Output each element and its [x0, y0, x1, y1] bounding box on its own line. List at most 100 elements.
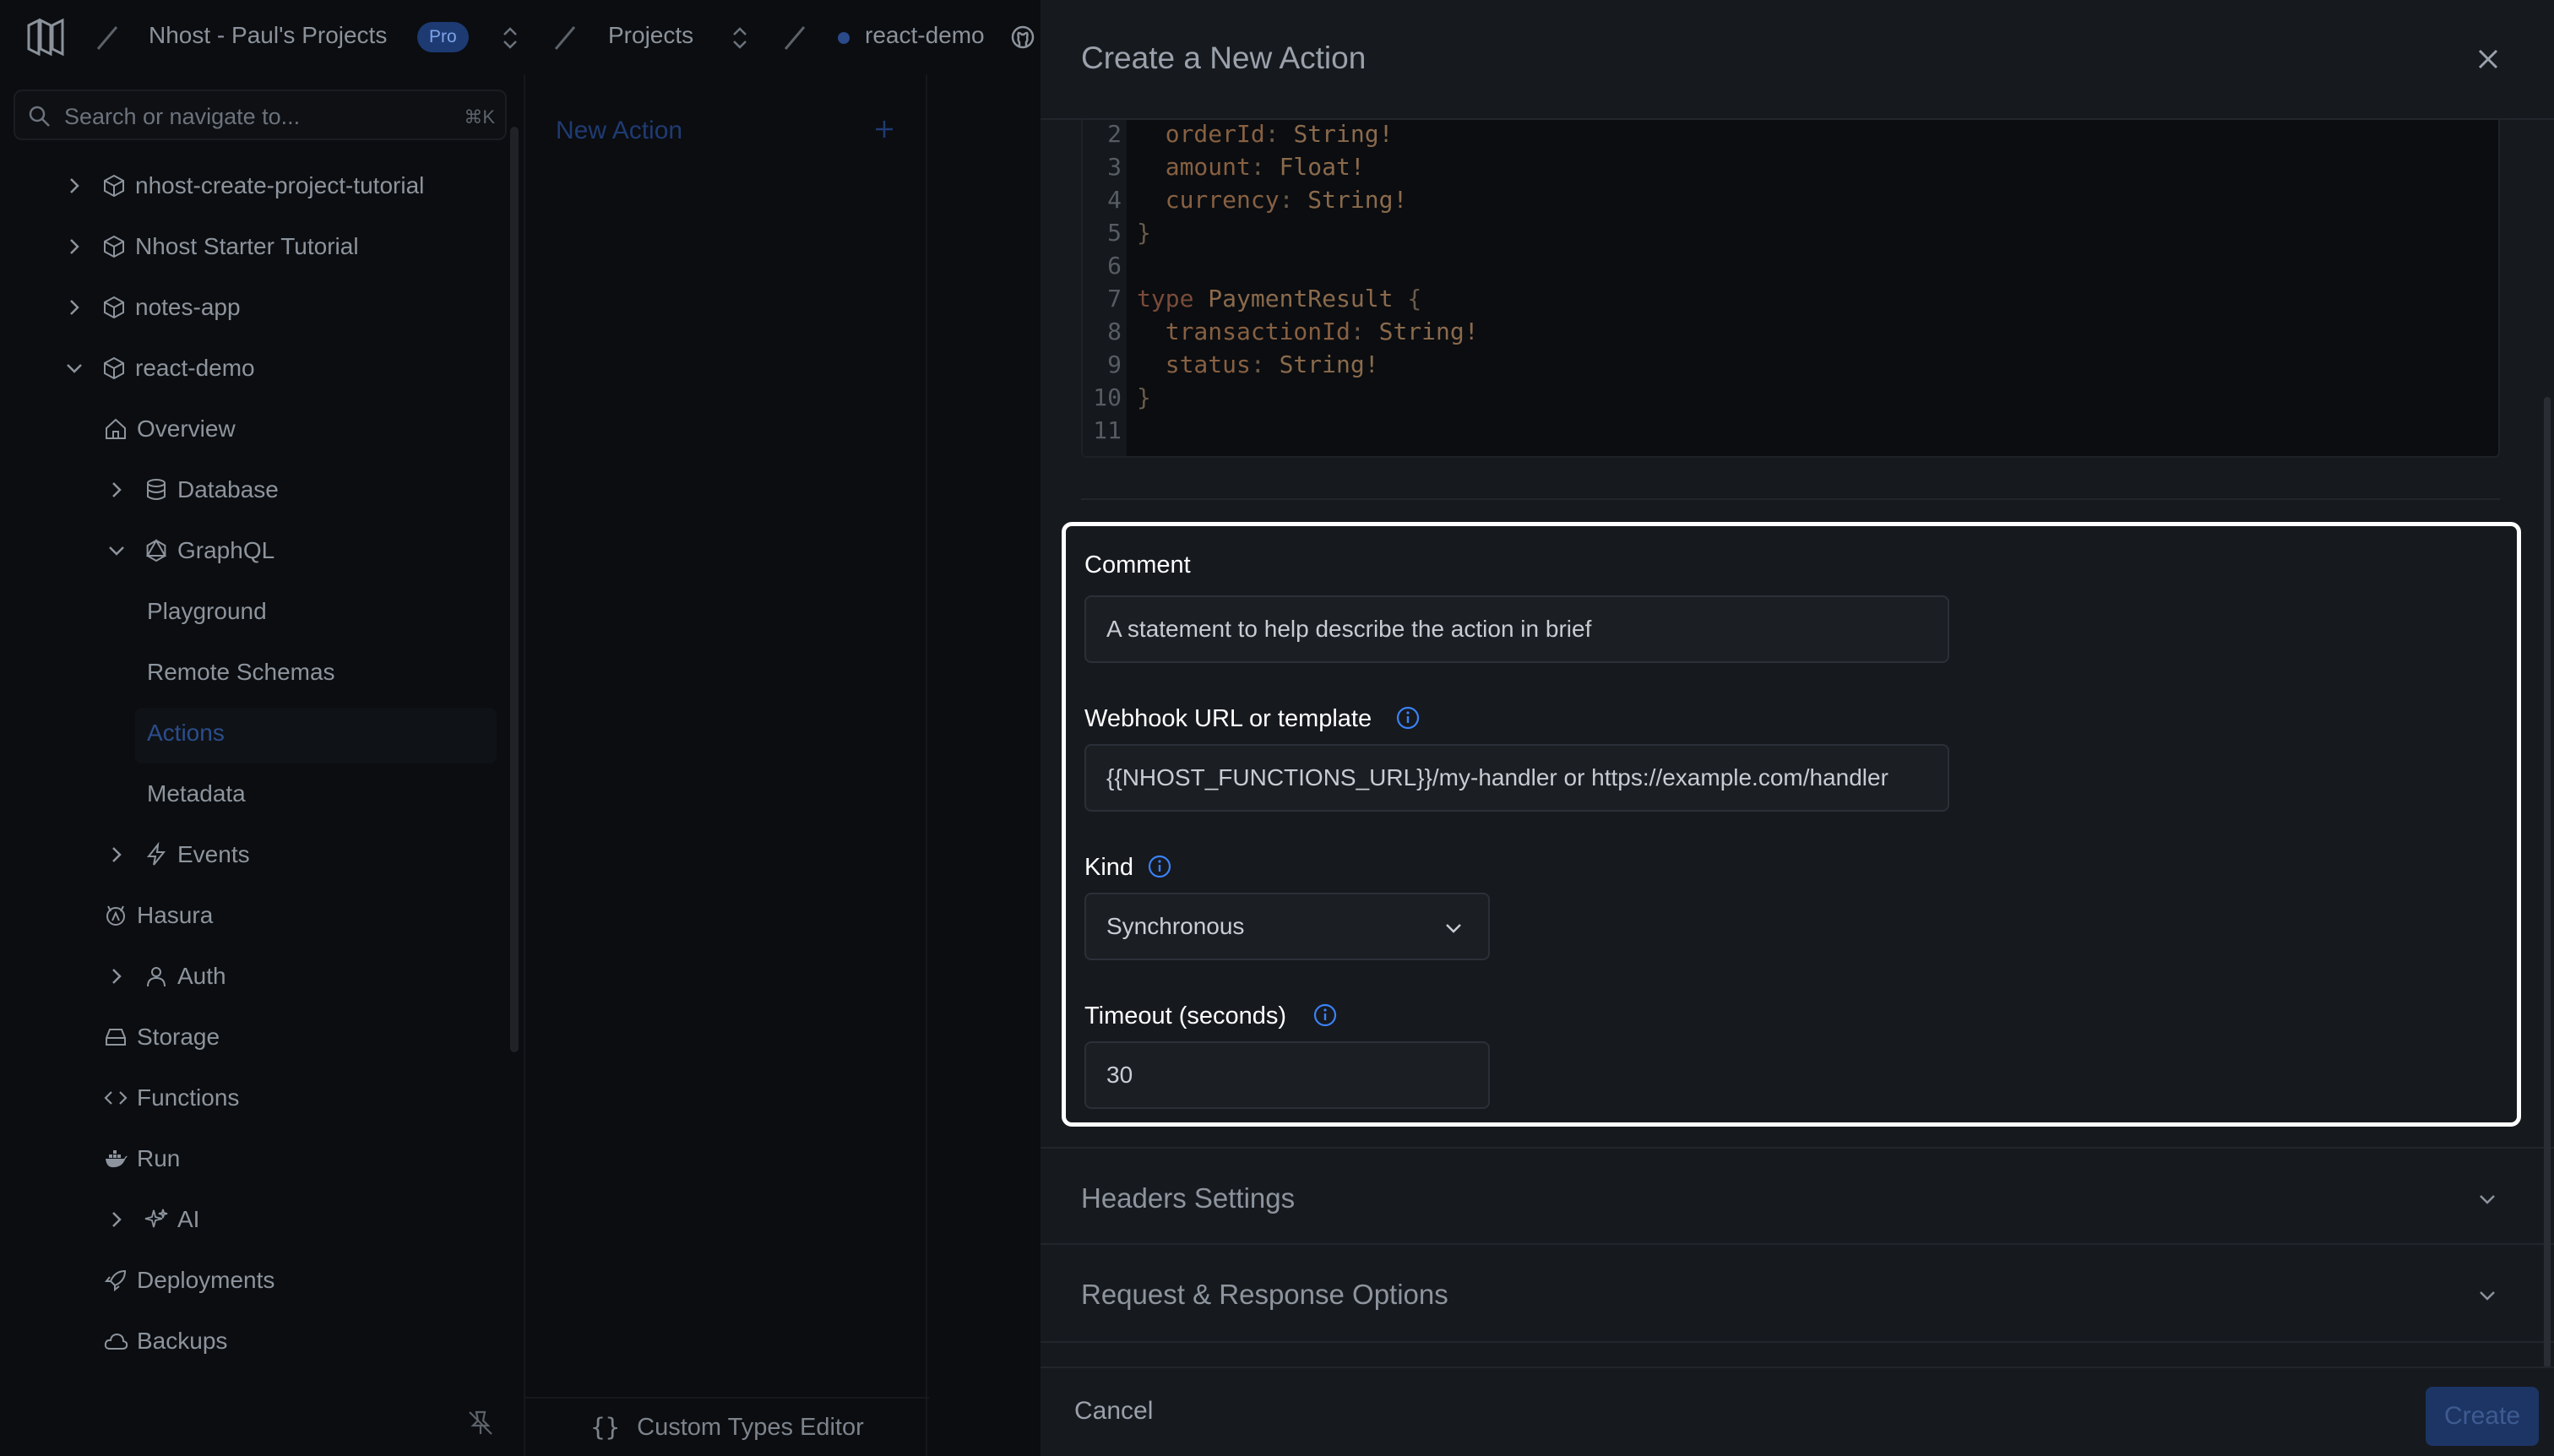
- request-response-options-accordion[interactable]: Request & Response Options: [1041, 1245, 2554, 1343]
- webhook-url-input[interactable]: {{NHOST_FUNCTIONS_URL}}/my-handler or ht…: [1084, 744, 1949, 812]
- drawer-header: Create a New Action: [1041, 0, 2554, 120]
- sidebar-item-label: Storage: [137, 1024, 220, 1050]
- sidebar-item-label: Run: [137, 1145, 181, 1171]
- section-divider: [1081, 498, 2500, 500]
- actions-list-panel: New Action {} Custom Types Editor: [524, 74, 929, 1456]
- sidebar-item-label: Database: [177, 476, 279, 503]
- sidebar-item-deployments[interactable]: Deployments: [103, 1267, 274, 1294]
- sidebar-item-nhost-starter-tutorial[interactable]: Nhost Starter Tutorial: [64, 233, 359, 260]
- create-button[interactable]: Create: [2426, 1387, 2539, 1446]
- cloud-icon: [104, 1333, 128, 1350]
- breadcrumb-separator-icon: [554, 26, 576, 50]
- headers-settings-accordion[interactable]: Headers Settings: [1041, 1147, 2554, 1245]
- nhost-logo-icon[interactable]: [25, 17, 68, 57]
- breadcrumb-separator-icon: [784, 26, 806, 50]
- code-line: 6: [1107, 252, 1122, 280]
- comment-input[interactable]: A statement to help describe the action …: [1084, 595, 1949, 663]
- info-icon[interactable]: [1147, 854, 1172, 879]
- rocket-icon: [104, 1269, 127, 1292]
- sidebar-scrollbar[interactable]: [510, 127, 519, 1052]
- code-line: 7 type PaymentResult {: [1107, 285, 1422, 312]
- database-icon: [147, 479, 166, 500]
- sidebar-item-remote-schemas[interactable]: Remote Schemas: [147, 659, 335, 686]
- projects-switcher[interactable]: Projects: [608, 22, 693, 49]
- info-icon[interactable]: [1395, 705, 1421, 731]
- sidebar-item-label: Events: [177, 841, 250, 867]
- comment-label: Comment: [1084, 551, 1191, 579]
- sidebar: Search or navigate to... ⌘K: [0, 74, 522, 1456]
- storage-icon: [106, 1029, 126, 1046]
- code-line: 3 amount: Float!: [1107, 153, 1365, 181]
- webhook-label: Webhook URL or template: [1084, 705, 1372, 732]
- kind-select[interactable]: Synchronous: [1084, 893, 1490, 960]
- info-icon[interactable]: [1312, 1002, 1338, 1028]
- sparkles-icon: [144, 1209, 168, 1228]
- search-input[interactable]: Search or navigate to... ⌘K: [14, 90, 507, 140]
- cube-icon: [104, 296, 124, 319]
- sidebar-item-actions[interactable]: Actions: [147, 720, 225, 747]
- sidebar-item-nhost-create-project-tutorial[interactable]: nhost-create-project-tutorial: [64, 172, 424, 199]
- sidebar-item-backups[interactable]: Backups: [103, 1328, 227, 1355]
- new-action-item[interactable]: New Action: [556, 117, 682, 145]
- sidebar-item-database[interactable]: Database: [106, 476, 279, 503]
- plus-icon[interactable]: [872, 117, 897, 142]
- chevron-right-icon: [70, 178, 79, 193]
- sidebar-item-label: Remote Schemas: [147, 659, 335, 685]
- sidebar-item-notes-app[interactable]: notes-app: [64, 294, 241, 321]
- code-line: 2 orderId: String!: [1107, 120, 1394, 148]
- user-icon: [147, 967, 166, 987]
- docker-icon: [106, 1150, 128, 1168]
- code-line: 8 transactionId: String!: [1107, 318, 1479, 345]
- sidebar-item-label: Functions: [137, 1084, 240, 1111]
- chevron-right-icon: [112, 482, 122, 497]
- kind-selected-value: Synchronous: [1106, 913, 1245, 939]
- sidebar-item-events[interactable]: Events: [106, 841, 250, 868]
- sidebar-item-overview[interactable]: Overview: [103, 416, 236, 443]
- sidebar-item-functions[interactable]: Functions: [103, 1084, 239, 1111]
- github-icon[interactable]: [1009, 24, 1036, 51]
- breadcrumb-separator-icon: [96, 26, 118, 50]
- pin-off-icon[interactable]: [466, 1409, 495, 1437]
- sidebar-item-auth[interactable]: Auth: [106, 963, 226, 990]
- sidebar-item-label: Overview: [137, 416, 236, 442]
- close-icon[interactable]: [2473, 44, 2503, 74]
- braces-icon: {}: [590, 1413, 621, 1442]
- request-response-options-title: Request & Response Options: [1081, 1279, 1448, 1310]
- chevron-right-icon: [112, 1212, 122, 1227]
- hasura-icon: [106, 905, 125, 926]
- sidebar-item-run[interactable]: Run: [103, 1145, 180, 1172]
- project-name[interactable]: react-demo: [865, 22, 985, 49]
- drawer-scrollbar[interactable]: [2544, 397, 2551, 1368]
- chevron-right-icon: [112, 847, 122, 862]
- sidebar-item-metadata[interactable]: Metadata: [147, 780, 246, 807]
- timeout-label: Timeout (seconds): [1084, 1002, 1287, 1030]
- chevron-up-down-icon[interactable]: [730, 25, 750, 51]
- custom-types-editor-button[interactable]: {} Custom Types Editor: [525, 1397, 929, 1456]
- org-switcher[interactable]: Nhost - Paul's Projects: [149, 22, 387, 49]
- home-icon: [106, 418, 126, 439]
- timeout-input[interactable]: 30: [1084, 1041, 1490, 1109]
- sidebar-item-label: Playground: [147, 598, 267, 624]
- sidebar-item-label: Deployments: [137, 1267, 275, 1293]
- type-definition-editor[interactable]: 2 orderId: String! 3 amount: Float! 4 cu…: [1081, 120, 2500, 458]
- sidebar-item-graphql[interactable]: GraphQL: [106, 537, 274, 564]
- drawer-title: Create a New Action: [1081, 41, 1367, 75]
- sidebar-item-label: Actions: [147, 720, 225, 746]
- code-line: 11: [1093, 416, 1122, 444]
- headers-settings-title: Headers Settings: [1081, 1182, 1296, 1214]
- sidebar-item-playground[interactable]: Playground: [147, 598, 267, 625]
- sidebar-item-label: react-demo: [135, 355, 255, 381]
- code-line: 10 }: [1093, 383, 1151, 411]
- sidebar-item-label: Backups: [137, 1328, 228, 1354]
- chevron-down-icon: [1446, 924, 1461, 933]
- chevron-right-icon: [70, 300, 79, 315]
- code-icon: [104, 1091, 128, 1105]
- sidebar-item-storage[interactable]: Storage: [103, 1024, 220, 1051]
- sidebar-item-react-demo[interactable]: react-demo: [64, 355, 255, 382]
- sidebar-item-ai[interactable]: AI: [106, 1206, 199, 1233]
- cancel-button[interactable]: Cancel: [1074, 1397, 1153, 1426]
- sidebar-item-label: notes-app: [135, 294, 241, 320]
- graphql-icon: [145, 539, 167, 562]
- sidebar-item-hasura[interactable]: Hasura: [103, 902, 213, 929]
- chevron-up-down-icon[interactable]: [500, 25, 520, 51]
